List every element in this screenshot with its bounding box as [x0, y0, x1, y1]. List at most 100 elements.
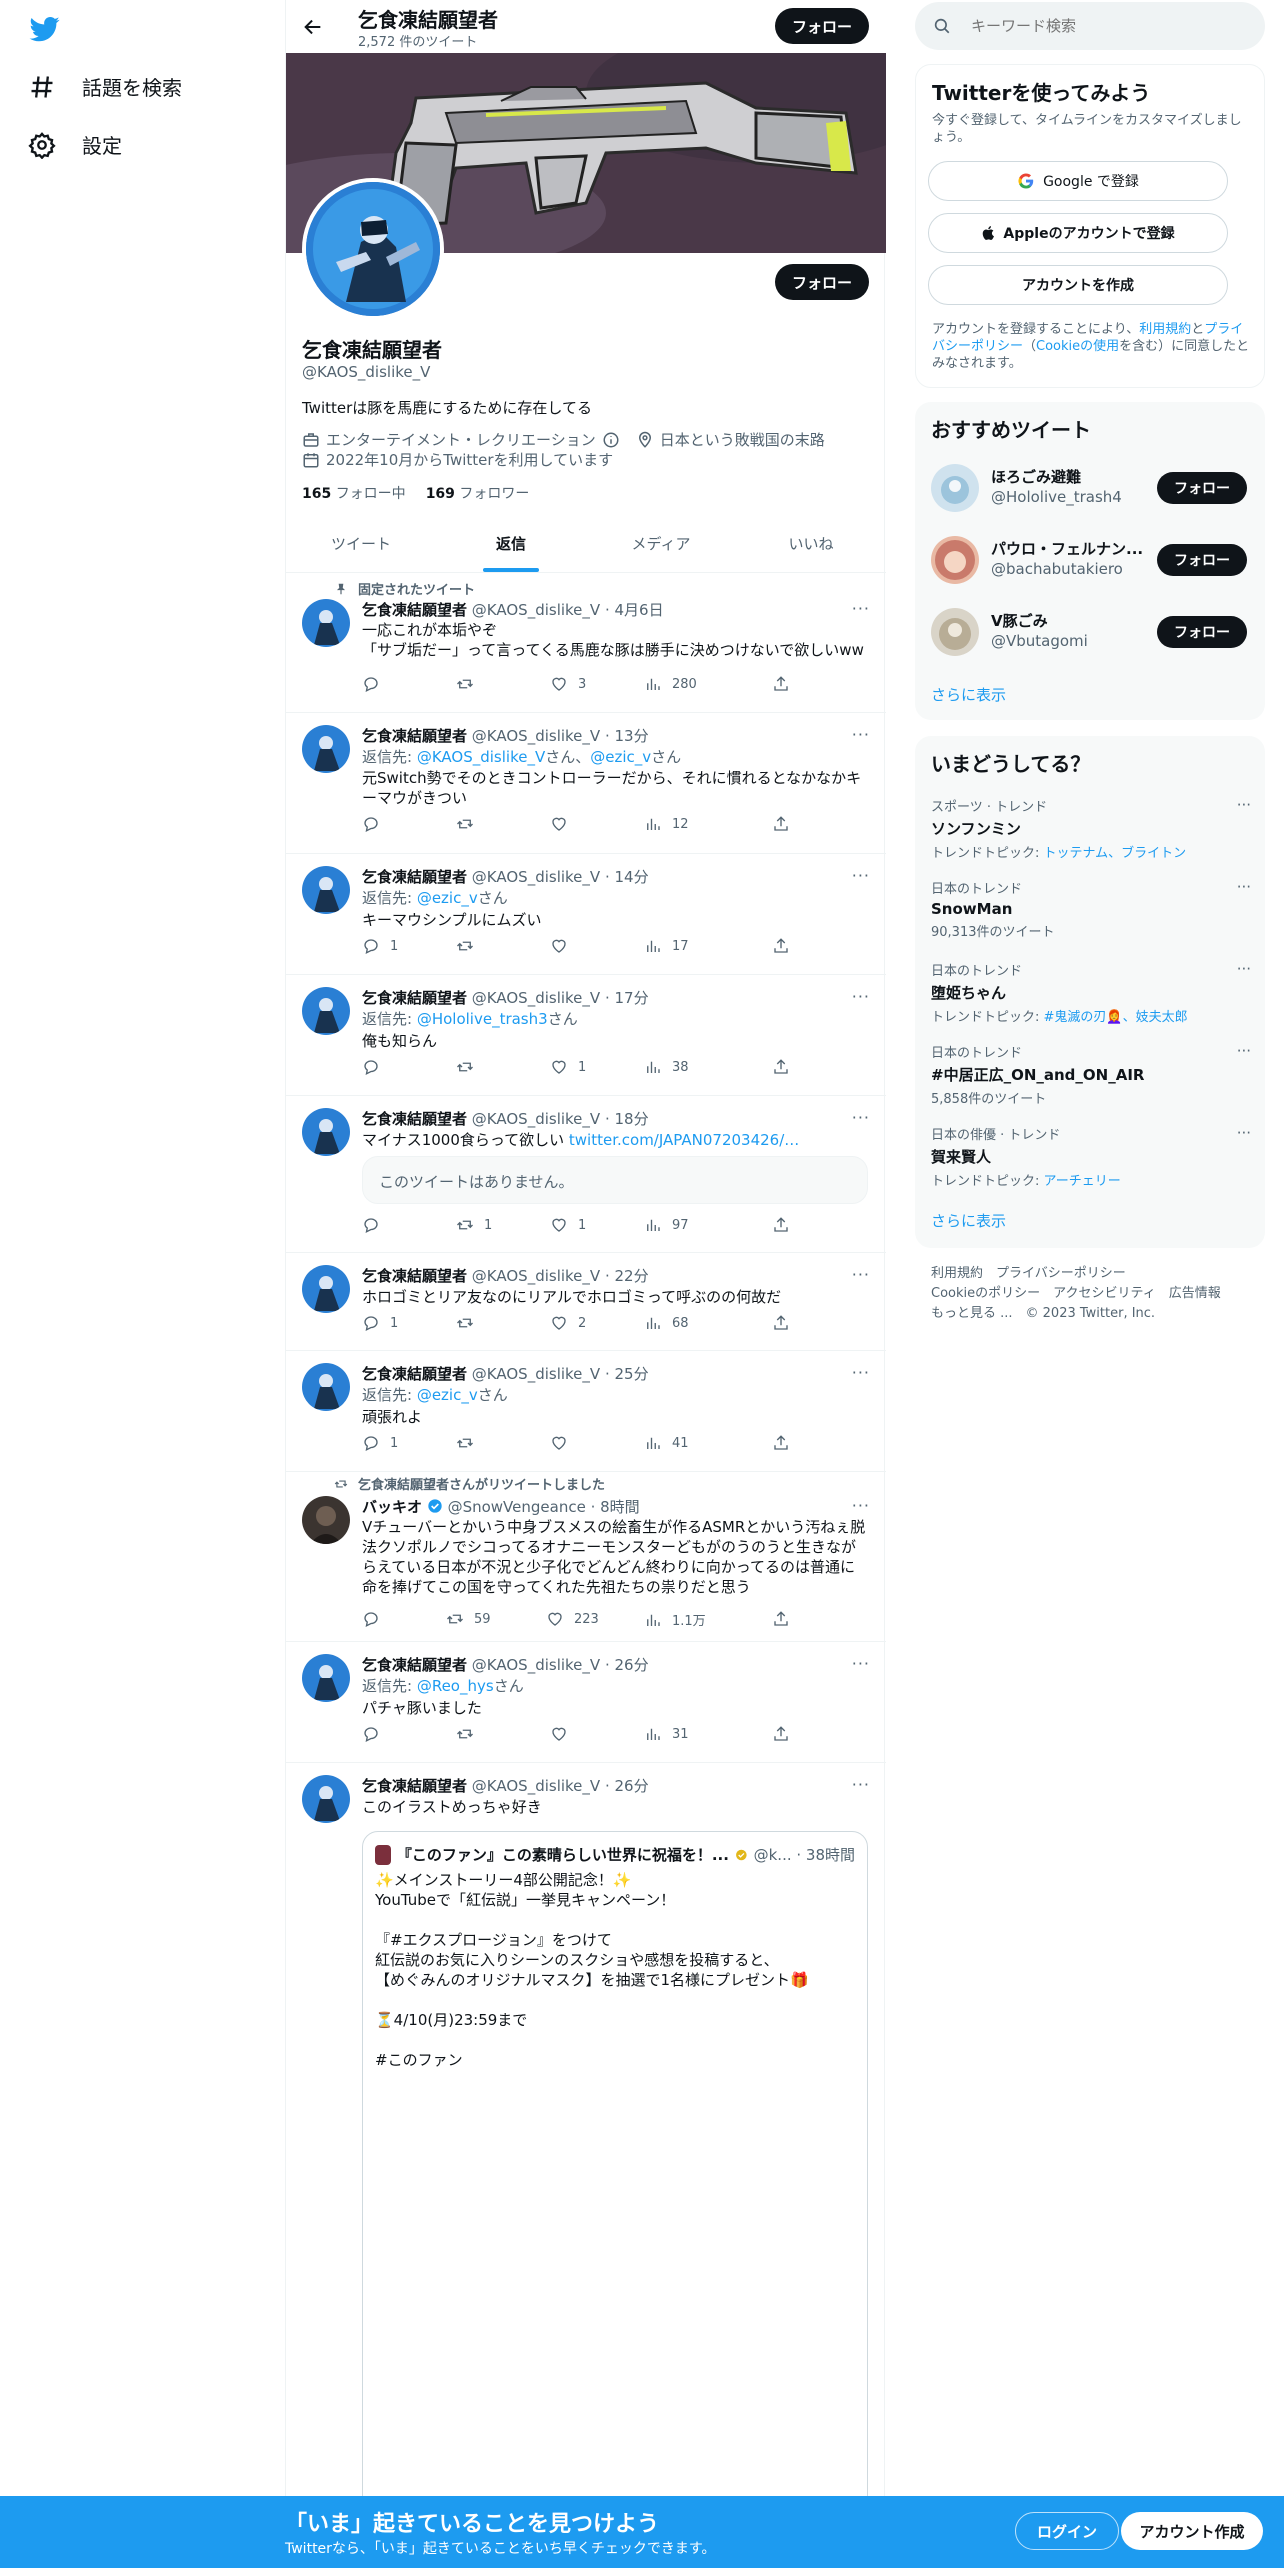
reply-to-link[interactable]: @Reo_hys: [417, 1677, 494, 1695]
views-button[interactable]: 31: [644, 1725, 689, 1743]
tweet-link[interactable]: twitter.com/JAPAN07203426/…: [569, 1131, 799, 1149]
like-button[interactable]: 2: [550, 1314, 586, 1332]
views-button[interactable]: 41: [644, 1434, 689, 1452]
retweet-button[interactable]: [456, 675, 474, 693]
more-options-icon[interactable]: ···: [852, 599, 870, 618]
quoted-tweet[interactable]: 『このファン』この素晴らしい世界に祝福を！... @k... · 38時間 ✨メ…: [362, 1831, 868, 2511]
share-button[interactable]: [772, 1610, 790, 1628]
more-options-icon[interactable]: ···: [852, 1496, 870, 1515]
reply-button[interactable]: [362, 1610, 380, 1628]
retweet-button[interactable]: [456, 1434, 474, 1452]
following-link[interactable]: 165 フォロー中: [302, 483, 406, 503]
retweet-button[interactable]: 59: [446, 1610, 491, 1628]
avatar[interactable]: [302, 1265, 350, 1313]
nav-explore[interactable]: 話題を検索: [28, 72, 182, 101]
like-button[interactable]: [550, 815, 568, 833]
like-button[interactable]: [550, 937, 568, 955]
more-options-icon[interactable]: ···: [852, 1265, 870, 1284]
share-button[interactable]: [772, 1216, 790, 1234]
like-button[interactable]: 1: [550, 1058, 586, 1076]
tweet-author-name[interactable]: バッキオ: [362, 1498, 422, 1516]
tweet-author-name[interactable]: 乞食凍結願望者: [362, 989, 467, 1007]
more-options-icon[interactable]: ···: [1237, 960, 1251, 978]
recommended-follow-button[interactable]: フォロー: [1157, 472, 1247, 504]
twitter-logo-icon[interactable]: [28, 14, 62, 44]
reply-button[interactable]: [362, 1725, 380, 1743]
reply-button[interactable]: 1: [362, 1314, 398, 1332]
share-button[interactable]: [772, 1725, 790, 1743]
reply-button[interactable]: [362, 815, 380, 833]
retweet-button[interactable]: [456, 1725, 474, 1743]
views-button[interactable]: 12: [644, 815, 689, 833]
more-options-icon[interactable]: ···: [1237, 796, 1251, 814]
views-button[interactable]: 17: [644, 937, 689, 955]
avatar[interactable]: [302, 725, 350, 773]
tweet-item[interactable]: 乞食凍結願望者 @KAOS_dislike_V · 25分 ··· 返信先: @…: [286, 1351, 886, 1472]
tab-tweets[interactable]: ツイート: [286, 515, 436, 572]
footer-line[interactable]: 利用規約 プライバシーポリシー: [931, 1264, 1221, 1284]
more-options-icon[interactable]: ···: [852, 1108, 870, 1127]
tab-media[interactable]: メディア: [586, 515, 736, 572]
more-options-icon[interactable]: ···: [852, 1775, 870, 1794]
search-box[interactable]: [915, 2, 1265, 50]
like-button[interactable]: [550, 1434, 568, 1452]
like-button[interactable]: 223: [546, 1610, 599, 1628]
recommended-follow-button[interactable]: フォロー: [1157, 616, 1247, 648]
trend-item[interactable]: 日本のトレンド #中居正広_ON_and_ON_AIR 5,858件のツイート …: [931, 1042, 1251, 1112]
more-options-icon[interactable]: ···: [1237, 1042, 1251, 1060]
footer-line[interactable]: もっと見る ... © 2023 Twitter, Inc.: [931, 1304, 1221, 1324]
retweet-button[interactable]: [456, 1314, 474, 1332]
followers-link[interactable]: 169 フォロワー: [426, 483, 530, 503]
retweet-button[interactable]: [456, 1058, 474, 1076]
more-options-icon[interactable]: ···: [1237, 1124, 1251, 1142]
retweet-button[interactable]: [456, 815, 474, 833]
trend-item[interactable]: 日本の俳優 · トレンド 賀来賢人 トレンドトピック: アーチェリー ···: [931, 1124, 1251, 1194]
recommended-user[interactable]: V豚ごみ @Vbutagomi フォロー: [931, 604, 1251, 660]
share-button[interactable]: [772, 1058, 790, 1076]
like-button[interactable]: 3: [550, 675, 586, 693]
share-button[interactable]: [772, 675, 790, 693]
profile-follow-button[interactable]: フォロー: [775, 264, 869, 300]
search-input[interactable]: [971, 14, 1241, 38]
reply-button[interactable]: 1: [362, 1434, 398, 1452]
recommended-follow-button[interactable]: フォロー: [1157, 544, 1247, 576]
reply-to-link[interactable]: @KAOS_dislike_V: [417, 748, 545, 766]
reply-to-link[interactable]: @Hololive_trash3: [417, 1010, 548, 1028]
tweet-item[interactable]: 乞食凍結願望者 @KAOS_dislike_V · 14分 ··· 返信先: @…: [286, 854, 886, 975]
more-options-icon[interactable]: ···: [852, 866, 870, 885]
avatar[interactable]: [302, 987, 350, 1035]
reply-button[interactable]: 1: [362, 937, 398, 955]
tweet-author-name[interactable]: 乞食凍結願望者: [362, 868, 467, 886]
trend-topic-link[interactable]: アーチェリー: [1044, 1174, 1121, 1189]
avatar[interactable]: [302, 1654, 350, 1702]
avatar[interactable]: [302, 1108, 350, 1156]
tweet-item[interactable]: 乞食凍結願望者 @KAOS_dislike_V · 26分 ··· このイラスト…: [286, 1763, 886, 2511]
views-button[interactable]: 97: [644, 1216, 689, 1234]
login-button[interactable]: ログイン: [1015, 2512, 1119, 2550]
recommended-show-more[interactable]: さらに表示: [931, 684, 1006, 705]
back-arrow-icon[interactable]: [302, 16, 324, 38]
more-options-icon[interactable]: ···: [852, 987, 870, 1006]
retweet-label[interactable]: 乞食凍結願望者さんがリツイートしました: [358, 1474, 605, 1493]
trend-item[interactable]: 日本のトレンド SnowMan 90,313件のツイート ···: [931, 878, 1251, 948]
like-button[interactable]: 1: [550, 1216, 586, 1234]
more-options-icon[interactable]: ···: [852, 725, 870, 744]
more-options-icon[interactable]: ···: [852, 1654, 870, 1673]
tweet-author-name[interactable]: 乞食凍結願望者: [362, 727, 467, 745]
profile-avatar[interactable]: [302, 178, 444, 320]
reply-to-link[interactable]: @ezic_v: [590, 748, 651, 766]
like-button[interactable]: [550, 1725, 568, 1743]
google-signup-button[interactable]: Google で登録: [928, 161, 1228, 201]
tweet-item[interactable]: 乞食凍結願望者 @KAOS_dislike_V · 18分 ··· マイナス10…: [286, 1096, 886, 1253]
header-follow-button[interactable]: フォロー: [775, 8, 869, 44]
trend-item[interactable]: スポーツ · トレンド ソンフンミン トレンドトピック: トッテナム、ブライトン…: [931, 796, 1251, 866]
reply-button[interactable]: [362, 1058, 380, 1076]
share-button[interactable]: [772, 1434, 790, 1452]
recommended-user[interactable]: パウロ・フェルナン... @bachabutakiero フォロー: [931, 532, 1251, 588]
footer-line[interactable]: Cookieのポリシー アクセシビリティ 広告情報: [931, 1284, 1221, 1304]
tweet-item[interactable]: 乞食凍結願望者 @KAOS_dislike_V · 22分 ··· ホロゴミとリ…: [286, 1253, 886, 1351]
tweet-item[interactable]: 乞食凍結願望者 @KAOS_dislike_V · 13分 ··· 返信先: @…: [286, 713, 886, 854]
create-account-button[interactable]: アカウントを作成: [928, 265, 1228, 305]
bottom-signup-button[interactable]: アカウント作成: [1121, 2512, 1263, 2550]
info-icon[interactable]: [602, 431, 620, 449]
